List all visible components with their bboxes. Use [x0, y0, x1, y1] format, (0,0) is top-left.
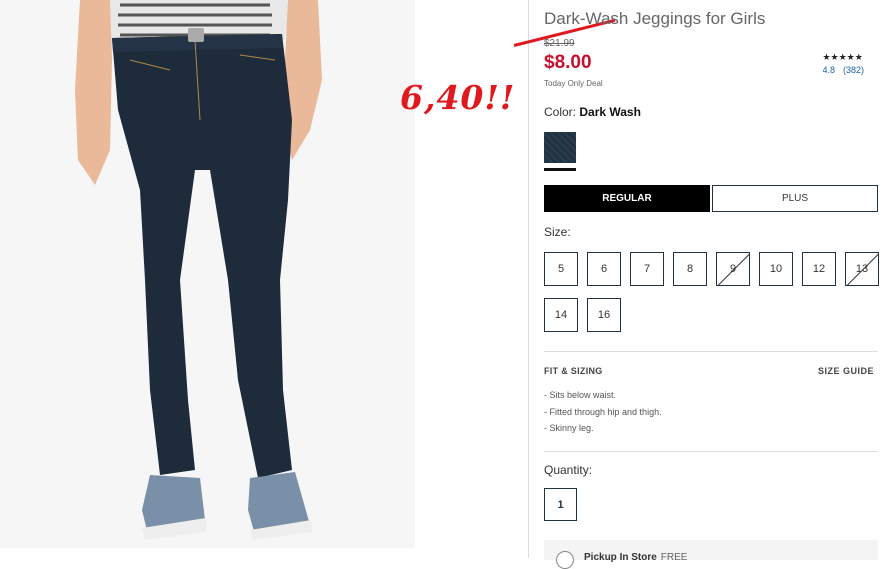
- fit-bullet: - Fitted through hip and thigh.: [544, 406, 662, 417]
- rating-summary[interactable]: ★★★★★ 4.8 (382): [822, 52, 872, 75]
- pickup-radio[interactable]: [556, 551, 574, 569]
- size-option-5[interactable]: 5: [544, 252, 578, 286]
- tab-plus[interactable]: PLUS: [712, 185, 878, 212]
- product-info-panel: Dark-Wash Jeggings for Girls $21.99 $8.0…: [544, 0, 880, 569]
- size-label: Size:: [544, 225, 571, 239]
- size-option-12[interactable]: 12: [802, 252, 836, 286]
- original-price: $21.99: [544, 38, 575, 49]
- size-option-14[interactable]: 14: [544, 298, 578, 332]
- swatch-selected-indicator: [544, 168, 576, 171]
- section-divider: [544, 451, 878, 452]
- size-option-6[interactable]: 6: [587, 252, 621, 286]
- size-option-9-unavailable[interactable]: 9: [716, 252, 750, 286]
- product-image[interactable]: [0, 0, 415, 548]
- rating-score: 4.8: [822, 65, 835, 75]
- star-rating-icon: ★★★★★: [822, 52, 863, 62]
- fit-bullet: - Skinny leg.: [544, 423, 594, 433]
- review-count[interactable]: (382): [843, 65, 864, 75]
- size-option-13-unavailable[interactable]: 13: [845, 252, 879, 286]
- quantity-input[interactable]: 1: [544, 488, 577, 521]
- jeggings-photo: [0, 0, 415, 548]
- size-option-10[interactable]: 10: [759, 252, 793, 286]
- section-divider: [544, 351, 878, 352]
- tab-regular[interactable]: REGULAR: [544, 185, 710, 212]
- column-divider: [528, 0, 529, 558]
- quantity-label: Quantity:: [544, 463, 593, 477]
- color-label: Color: Dark Wash: [544, 105, 641, 119]
- size-option-8[interactable]: 8: [673, 252, 707, 286]
- fit-bullets: - Sits below waist. - Fitted through hip…: [544, 390, 662, 440]
- size-option-16[interactable]: 16: [587, 298, 621, 332]
- pickup-in-store-option[interactable]: Pickup In Store FREE: [544, 540, 878, 569]
- color-label-text: Color:: [544, 105, 577, 119]
- fit-tabs: REGULAR PLUS: [544, 185, 878, 212]
- size-option-7[interactable]: 7: [630, 252, 664, 286]
- color-swatch-dark-wash[interactable]: [544, 132, 576, 163]
- product-title: Dark-Wash Jeggings for Girls: [544, 9, 766, 28]
- fit-bullet: - Sits below waist.: [544, 390, 617, 400]
- color-value: Dark Wash: [579, 105, 641, 119]
- deal-note: Today Only Deal: [544, 79, 603, 88]
- price-annotation: 6,40!!: [400, 78, 516, 117]
- sale-price: $8.00: [544, 52, 592, 73]
- fit-sizing-heading: FIT & SIZING: [544, 366, 603, 376]
- size-guide-link[interactable]: SIZE GUIDE: [818, 366, 874, 376]
